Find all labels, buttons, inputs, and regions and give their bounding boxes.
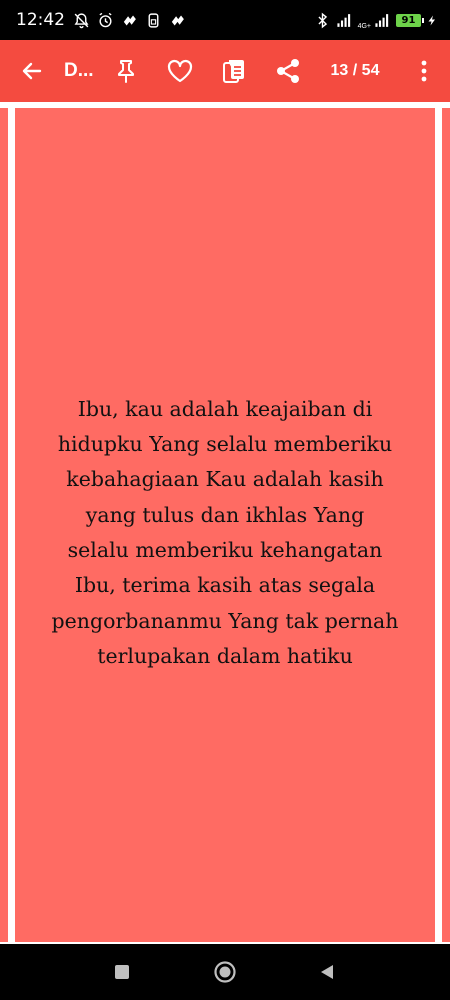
bluetooth-icon	[314, 12, 331, 29]
recent-apps-button[interactable]	[102, 944, 142, 1000]
next-card-peek	[442, 108, 450, 942]
alarm-icon	[97, 12, 114, 29]
copy-icon	[223, 60, 244, 83]
notification-icons	[73, 12, 186, 29]
pin-button[interactable]	[108, 40, 144, 102]
network-type-label: 4G+	[357, 22, 371, 30]
quote-text: Ibu, kau adalah keajaiban di hidupku Yan…	[51, 396, 399, 668]
quote-card[interactable]: Ibu, kau adalah keajaiban di hidupku Yan…	[15, 108, 435, 942]
more-vert-icon	[421, 60, 427, 82]
bell-off-icon	[73, 12, 90, 29]
app-notification-icon-2	[169, 12, 186, 29]
status-bar: 12:42 4G+ 91	[0, 0, 450, 40]
pin-icon	[118, 60, 134, 83]
share-icon	[277, 59, 299, 83]
quote-pager[interactable]: Ibu, kau adalah keajaiban di hidupku Yan…	[0, 102, 450, 944]
back-nav-button[interactable]	[307, 944, 347, 1000]
more-options-button[interactable]	[412, 40, 436, 102]
signal-icon	[336, 12, 353, 29]
signal-icon-2	[374, 12, 391, 29]
recent-apps-icon	[115, 965, 129, 979]
back-icon	[321, 965, 333, 979]
battery-icon: 91	[396, 13, 424, 27]
sim-icon	[145, 12, 162, 29]
app-bar: D... 13 / 54	[0, 40, 450, 102]
status-left: 12:42	[16, 10, 186, 30]
back-button[interactable]	[14, 40, 50, 102]
previous-card-peek	[0, 108, 8, 942]
heart-icon	[167, 59, 193, 83]
charging-bolt-icon	[426, 12, 438, 29]
status-right: 4G+ 91	[314, 11, 438, 30]
system-nav-bar	[0, 944, 450, 1000]
back-arrow-icon	[22, 62, 42, 80]
home-button[interactable]	[205, 944, 245, 1000]
favorite-button[interactable]	[162, 40, 198, 102]
copy-button[interactable]	[216, 40, 252, 102]
share-button[interactable]	[270, 40, 306, 102]
home-icon	[214, 961, 236, 983]
page-counter: 13 / 54	[330, 62, 380, 79]
page-title: D...	[64, 60, 94, 81]
status-time: 12:42	[16, 10, 65, 30]
app-notification-icon	[121, 12, 138, 29]
